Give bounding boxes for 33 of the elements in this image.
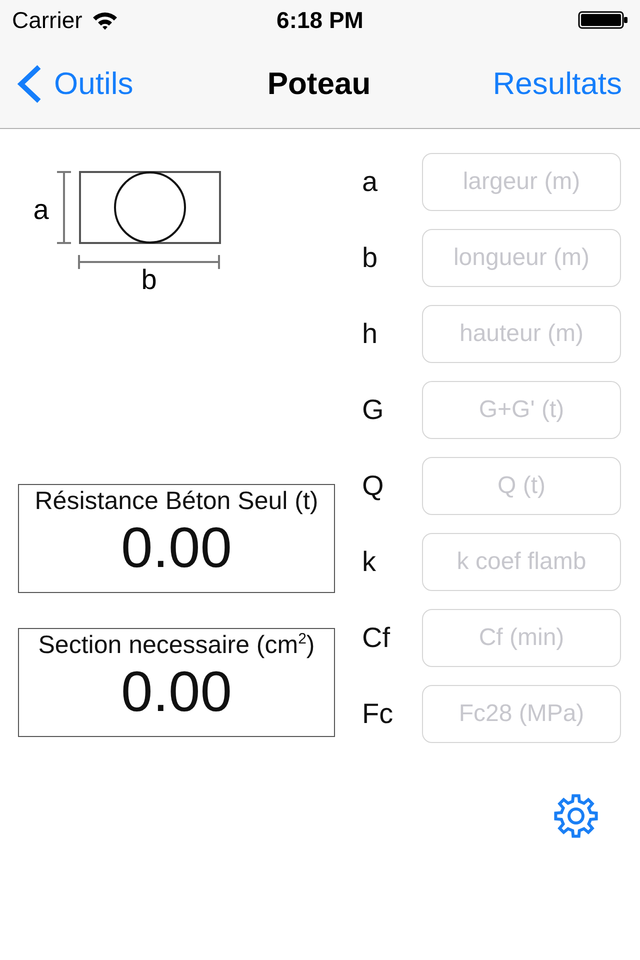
result-value: 0.00 — [120, 660, 233, 724]
field-label: Cf — [362, 622, 391, 654]
column-circle — [114, 172, 186, 244]
input-field[interactable]: longueur (m) — [422, 229, 621, 287]
result-value: 0.00 — [120, 516, 233, 580]
field-label: Q — [362, 470, 385, 502]
battery-icon — [578, 11, 628, 29]
input-field[interactable]: G+G' (t) — [422, 381, 621, 439]
result-title: Résistance Béton Seul (t) — [34, 486, 320, 516]
field-label: Fc — [362, 698, 394, 730]
field-label: h — [362, 318, 379, 350]
field-label: G — [362, 394, 385, 426]
results-button[interactable]: Resultats — [492, 66, 622, 102]
field-label: k — [362, 546, 377, 578]
input-field[interactable]: Cf (min) — [422, 609, 621, 667]
field-label: a — [362, 166, 379, 198]
settings-icon[interactable] — [552, 792, 600, 840]
input-field[interactable]: hauteur (m) — [422, 305, 621, 363]
back-button[interactable]: Outils — [16, 65, 134, 103]
input-field[interactable]: Q (t) — [422, 457, 621, 515]
screen-title: Poteau — [267, 66, 371, 102]
result-title: Section necessaire (cm$^{2}$) — [37, 630, 316, 660]
chevron-left-icon — [16, 65, 42, 103]
status-time: 6:18 PM — [276, 6, 364, 34]
back-label: Outils — [54, 66, 134, 102]
width-label: b — [141, 264, 157, 295]
wifi-icon — [92, 10, 118, 30]
input-field[interactable]: largeur (m) — [422, 153, 621, 211]
input-field[interactable]: k coef flamb — [422, 533, 621, 591]
field-label: b — [362, 242, 379, 274]
carrier-name: Carrier — [12, 6, 82, 34]
height-label: a — [33, 194, 49, 225]
input-field[interactable]: Fc28 (MPa) — [422, 685, 621, 743]
